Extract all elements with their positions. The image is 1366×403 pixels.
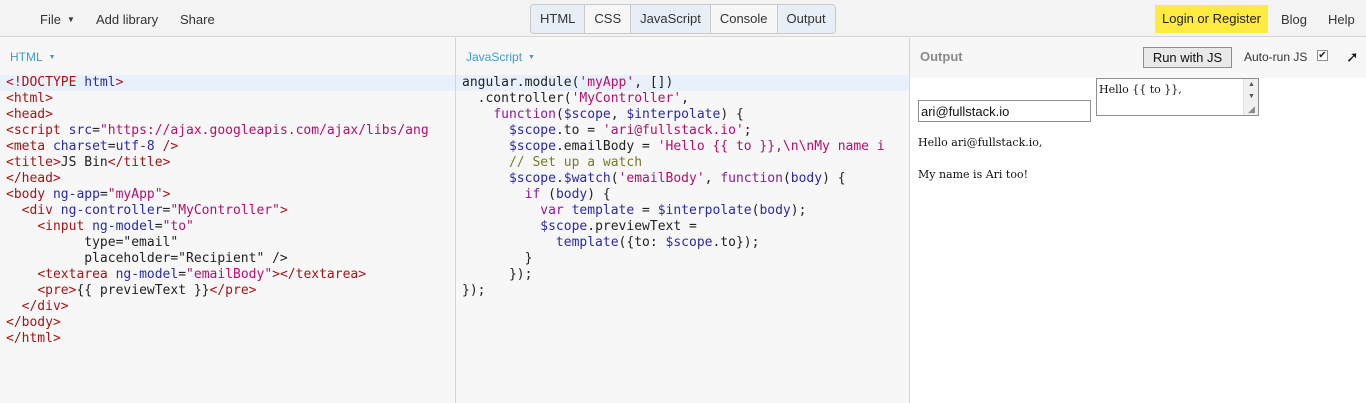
html-code-line: <meta charset=utf-8 /> bbox=[6, 139, 179, 154]
javascript-code-line: template({to: $scope.to}); bbox=[555, 235, 760, 250]
share-menu[interactable]: Share bbox=[180, 12, 215, 27]
caret-down-icon: ▼ bbox=[66, 15, 75, 24]
scroll-up-icon[interactable]: ▲ bbox=[1248, 81, 1255, 88]
javascript-code-line: $scope.$watch('emailBody', function(body… bbox=[508, 171, 846, 186]
blog-link[interactable]: Blog bbox=[1281, 12, 1307, 27]
textarea-scrollbar[interactable]: ▲ ▼ ◢ bbox=[1243, 79, 1258, 115]
toggle-css[interactable]: CSS bbox=[585, 5, 632, 33]
javascript-code-line: angular.module('myApp', []) bbox=[456, 75, 909, 91]
html-code-line: placeholder="Recipient" /> bbox=[6, 251, 288, 266]
output-panel: Output Run with JS Auto-run JS ✔ ➚ Hello… bbox=[910, 38, 1366, 403]
javascript-code-line: $scope.previewText = bbox=[540, 219, 697, 234]
output-panel-title: Output bbox=[920, 49, 963, 64]
javascript-code-line: $scope.to = 'ari@fullstack.io'; bbox=[508, 123, 752, 138]
panel-toggle-group: HTML CSS JavaScript Console Output bbox=[530, 4, 836, 34]
html-panel: HTML ▼ <!DOCTYPE html> <html> <head> <script… bbox=[0, 38, 456, 403]
html-code-line: </body> bbox=[6, 315, 61, 330]
javascript-code-line: }); bbox=[462, 267, 533, 282]
popout-arrow-icon[interactable]: ➚ bbox=[1346, 48, 1359, 66]
autorun-checkbox[interactable]: ✔ bbox=[1317, 50, 1328, 61]
toggle-html[interactable]: HTML bbox=[531, 5, 586, 33]
html-code-line: <title>JS Bin</title> bbox=[6, 155, 171, 170]
checkbox-checked-icon: ✔ bbox=[1318, 50, 1327, 61]
html-code-editor[interactable]: <!DOCTYPE html> <html> <head> <script src="… bbox=[0, 75, 455, 347]
javascript-code-line: // Set up a watch bbox=[508, 155, 643, 170]
login-register-button[interactable]: Login or Register bbox=[1155, 5, 1268, 33]
output-frame: Hello {{ to }}, ▲ ▼ ◢ Hello ari@fullstac… bbox=[910, 78, 1366, 403]
javascript-code-editor[interactable]: angular.module('myApp', []) .controller(… bbox=[456, 75, 909, 299]
javascript-panel-title: JavaScript bbox=[466, 50, 523, 64]
javascript-code-line: if (body) { bbox=[524, 187, 611, 202]
resize-grip-icon[interactable]: ◢ bbox=[1248, 104, 1255, 115]
file-menu[interactable]: File ▼ bbox=[40, 12, 75, 27]
html-code-line: <pre>{{ previewText }}</pre> bbox=[37, 283, 257, 298]
caret-down-icon: ▼ bbox=[48, 54, 56, 61]
javascript-panel-label[interactable]: JavaScript ▼ bbox=[466, 50, 535, 64]
html-panel-title: HTML bbox=[10, 50, 43, 64]
html-code-line: </div> bbox=[21, 299, 69, 314]
help-link[interactable]: Help bbox=[1328, 12, 1355, 27]
javascript-code-line: var template = $interpolate(body); bbox=[540, 203, 807, 218]
html-code-line: <textarea ng-model="emailBody"></textare… bbox=[37, 267, 367, 282]
add-library-menu[interactable]: Add library bbox=[96, 12, 158, 27]
scroll-down-icon[interactable]: ▼ bbox=[1248, 93, 1255, 100]
toggle-javascript[interactable]: JavaScript bbox=[631, 5, 711, 33]
email-body-textarea[interactable]: Hello {{ to }}, bbox=[1096, 78, 1259, 116]
html-panel-label[interactable]: HTML ▼ bbox=[10, 50, 56, 64]
run-with-js-button[interactable]: Run with JS bbox=[1143, 47, 1232, 68]
javascript-code-line: .controller('MyController', bbox=[462, 91, 689, 106]
html-code-line: <script src="https://ajax.googleapis.com… bbox=[6, 123, 429, 138]
javascript-code-line: }); bbox=[462, 283, 486, 298]
html-code-line: <input ng-model="to" bbox=[37, 219, 194, 234]
html-code-line: <body ng-app="myApp"> bbox=[6, 187, 171, 202]
recipient-email-input[interactable] bbox=[918, 100, 1091, 122]
toggle-console[interactable]: Console bbox=[711, 5, 778, 33]
toggle-output[interactable]: Output bbox=[777, 5, 835, 33]
javascript-panel: JavaScript ▼ angular.module('myApp', []) … bbox=[456, 38, 910, 403]
javascript-code-line: } bbox=[462, 251, 533, 266]
file-menu-label: File bbox=[40, 12, 61, 27]
preview-text: Hello ari@fullstack.io, My name is Ari t… bbox=[918, 136, 1043, 181]
top-toolbar: File ▼ Add library Share HTML CSS JavaScr… bbox=[0, 0, 1366, 37]
html-code-line: </html> bbox=[6, 331, 61, 346]
html-code-line: type="email" bbox=[6, 235, 179, 250]
javascript-code-line: $scope.emailBody = 'Hello {{ to }},\n\nM… bbox=[508, 139, 885, 154]
html-code-line: <!DOCTYPE html> bbox=[0, 75, 455, 91]
javascript-code-line: function($scope, $interpolate) { bbox=[493, 107, 744, 122]
html-code-line: <div ng-controller="MyController"> bbox=[21, 203, 288, 218]
html-code-line: <html> bbox=[6, 91, 53, 106]
html-code-line: <head> bbox=[6, 107, 53, 122]
autorun-label: Auto-run JS bbox=[1244, 50, 1308, 64]
caret-down-icon: ▼ bbox=[528, 54, 535, 61]
html-code-line: </head> bbox=[6, 171, 61, 186]
